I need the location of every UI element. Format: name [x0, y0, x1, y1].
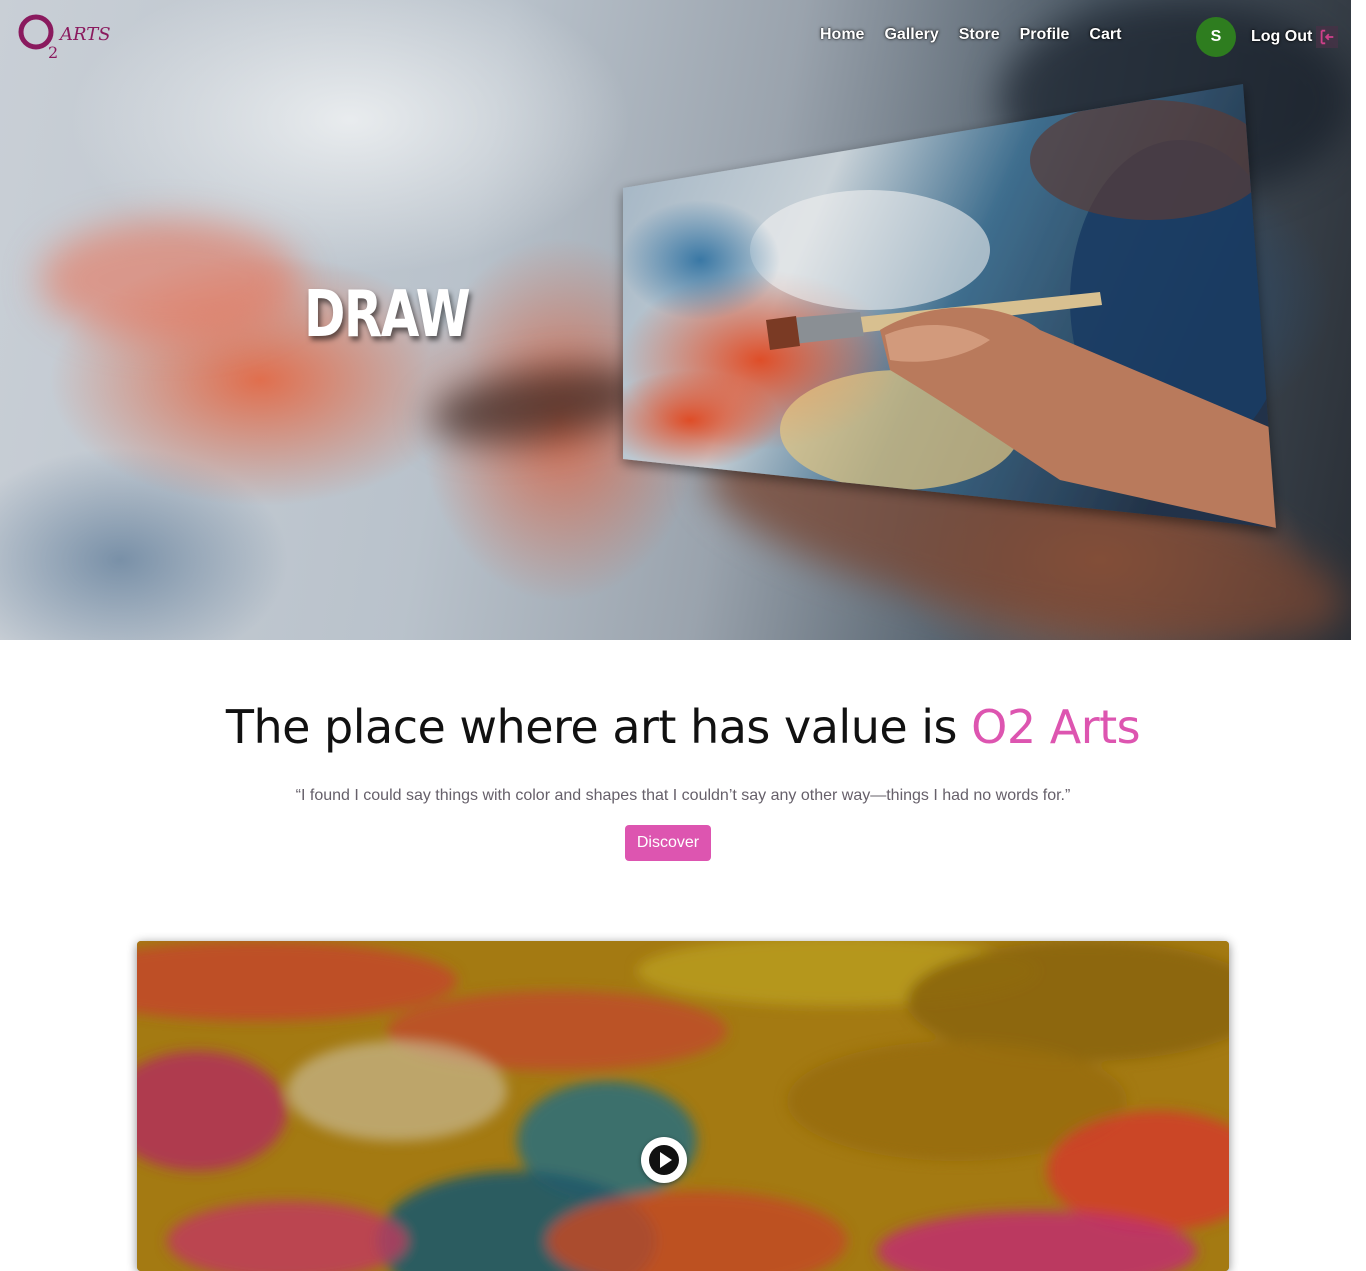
headline-brand: O2 Arts [971, 700, 1141, 754]
logout-button[interactable]: Log Out [1251, 26, 1339, 48]
svg-text:2: 2 [48, 43, 58, 62]
play-button[interactable] [641, 1137, 687, 1183]
nav-cart[interactable]: Cart [1089, 26, 1121, 44]
hero-banner: 2 ARTS Home Gallery Store Profile Cart S… [0, 0, 1351, 640]
nav-profile[interactable]: Profile [1020, 26, 1070, 44]
logout-icon [1316, 26, 1339, 48]
page-headline: The place where art has value is O2 Arts [0, 700, 1366, 754]
hero-title: DRAW [304, 278, 471, 352]
video-player[interactable] [137, 941, 1229, 1271]
discover-button[interactable]: Discover [625, 825, 711, 861]
nav-home[interactable]: Home [820, 26, 864, 44]
nav-store[interactable]: Store [959, 26, 1000, 44]
brand-logo[interactable]: 2 ARTS [16, 10, 116, 62]
hero-painting-panel [623, 84, 1276, 528]
logout-label: Log Out [1251, 28, 1313, 45]
intro-quote: “I found I could say things with color a… [295, 787, 1071, 804]
video-thumbnail [137, 941, 1229, 1271]
user-avatar[interactable]: S [1196, 17, 1236, 57]
nav-gallery[interactable]: Gallery [884, 26, 938, 44]
headline-text: The place where art has value is [225, 700, 972, 754]
svg-text:ARTS: ARTS [58, 24, 111, 45]
main-nav: Home Gallery Store Profile Cart [820, 26, 1121, 44]
play-icon [649, 1145, 679, 1175]
